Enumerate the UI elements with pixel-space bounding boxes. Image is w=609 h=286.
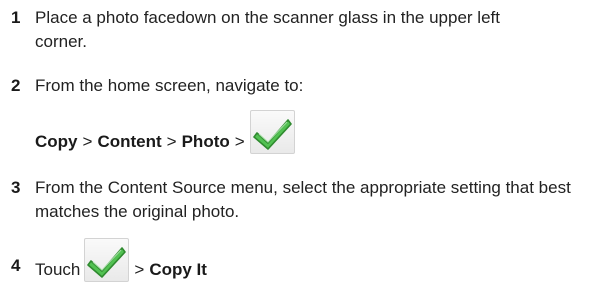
step-number: 4 [11, 256, 21, 275]
step-text: From the home screen, navigate to: [35, 76, 304, 95]
checkmark-icon [249, 110, 295, 154]
path-separator: > [82, 132, 93, 151]
step-text: From the Content Source menu, select the… [35, 178, 571, 221]
path-content: Content [97, 132, 162, 151]
step-4-line: Touch > Copy It [35, 238, 207, 282]
path-separator: > [234, 132, 245, 151]
path-photo: Photo [181, 132, 230, 151]
path-separator: > [134, 260, 145, 279]
path-copy: Copy [35, 132, 78, 151]
path-separator: > [166, 132, 177, 151]
navigation-path: Copy > Content > Photo > [35, 110, 295, 154]
step-text: Place a photo facedown on the scanner gl… [35, 8, 500, 51]
step-number: 3 [11, 178, 21, 197]
checkmark-icon [84, 238, 130, 282]
action-copy-it: Copy It [149, 260, 207, 279]
step-number: 1 [11, 8, 21, 27]
step-number: 2 [11, 76, 21, 95]
step-text: Touch [35, 260, 81, 279]
